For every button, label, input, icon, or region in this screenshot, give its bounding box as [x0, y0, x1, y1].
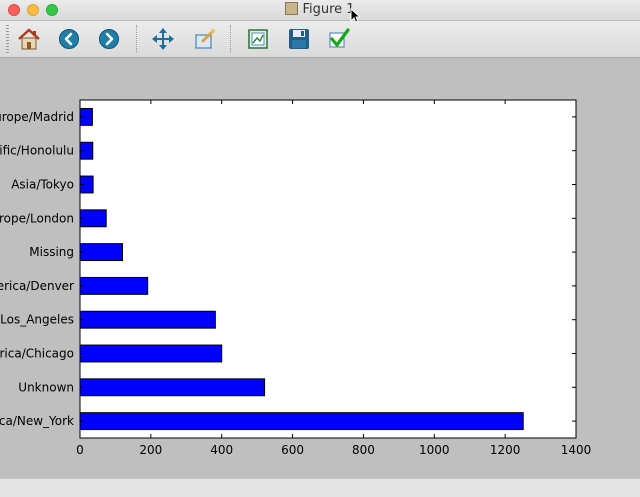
- status-bar: [0, 478, 640, 497]
- floppy-disk-icon: [289, 29, 309, 49]
- bar: [79, 412, 524, 431]
- toolbar-grip[interactable]: [6, 25, 9, 53]
- forward-arrow-icon: [99, 29, 119, 49]
- window-title: Figure 1: [302, 2, 355, 17]
- title-bar[interactable]: Figure 1: [0, 0, 640, 24]
- navigation-toolbar: [0, 21, 640, 58]
- bar-chart[interactable]: America/New_York Unknown America/Chicago Am…: [0, 58, 640, 478]
- x-tick-label: 1200: [490, 443, 521, 457]
- bar: [79, 276, 149, 295]
- figure-canvas[interactable]: America/New_York Unknown America/Chicago Am…: [0, 58, 640, 478]
- subplots-button[interactable]: [243, 24, 273, 54]
- edit-button[interactable]: [324, 24, 354, 54]
- toolbar-separator: [230, 25, 232, 53]
- forward-button[interactable]: [94, 24, 124, 54]
- figure-window: Figure 1 ca/New_York Unknown rica/Chicag…: [0, 0, 640, 497]
- x-tick-label: 1000: [419, 443, 450, 457]
- y-tick-label: Pacific/Honolulu: [0, 144, 74, 158]
- bar: [79, 310, 216, 329]
- back-arrow-icon: [59, 29, 79, 49]
- window-title-area: Figure 1: [0, 2, 640, 17]
- back-button[interactable]: [54, 24, 84, 54]
- y-tick-label: America/Denver: [0, 279, 74, 293]
- toolbar-separator: [136, 25, 138, 53]
- y-tick-label: Unknown: [18, 380, 74, 394]
- checkmark-icon: [329, 28, 350, 48]
- save-button[interactable]: [284, 24, 314, 54]
- x-tick-label: 200: [139, 443, 162, 457]
- bar: [79, 378, 266, 397]
- bar: [79, 344, 223, 363]
- subplots-icon: [248, 29, 268, 49]
- y-tick-label: America/Chicago: [0, 347, 74, 361]
- plot-area: America/New_York Unknown America/Chicago Am…: [0, 99, 592, 457]
- y-tick-label: Europe/London: [0, 211, 74, 225]
- y-tick-label: Europe/Madrid: [0, 110, 74, 124]
- y-tick-label: Missing: [29, 245, 74, 259]
- x-tick-label: 400: [210, 443, 233, 457]
- x-tick-label: 600: [281, 443, 304, 457]
- y-tick-label: Asia/Tokyo: [11, 178, 74, 192]
- x-tick-label: 1400: [561, 443, 592, 457]
- zoom-button[interactable]: [190, 24, 220, 54]
- figure-app-icon: [285, 2, 299, 15]
- zoom-rect-icon: [195, 29, 215, 49]
- home-button[interactable]: [14, 24, 44, 54]
- bar: [79, 243, 124, 262]
- x-tick-label: 800: [352, 443, 375, 457]
- y-tick-label: America/New_York: [0, 414, 74, 428]
- move-arrows-icon: [152, 28, 174, 50]
- x-tick-label: 0: [76, 443, 84, 457]
- pan-button[interactable]: [148, 24, 178, 54]
- y-tick-label: America/Los_Angeles: [0, 313, 74, 327]
- home-icon: [18, 28, 40, 50]
